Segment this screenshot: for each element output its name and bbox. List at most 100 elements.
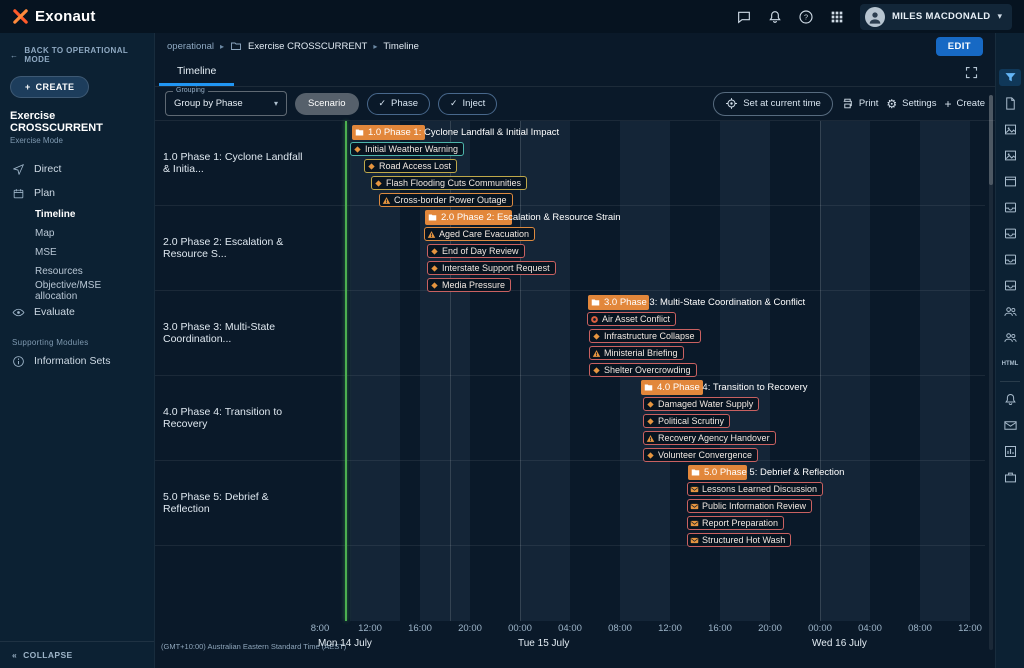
sidebar-item-plan[interactable]: Plan (0, 181, 154, 205)
grouping-select[interactable]: Grouping Group by Phase ▾ (165, 91, 287, 116)
set-at-current-time-button[interactable]: Set at current time (713, 92, 833, 116)
scrollbar-thumb[interactable] (989, 95, 993, 185)
notifications-bell-icon[interactable] (767, 9, 783, 25)
user-menu[interactable]: MILES MACDONALD ▾ (860, 4, 1012, 30)
inject-chip[interactable]: Volunteer Convergence (643, 448, 758, 462)
row-body: 4.0 Phase 4: Transition to Recovery Damag… (315, 376, 985, 460)
chart-icon[interactable] (999, 443, 1021, 460)
back-to-operational-mode-button[interactable]: ← BACK TO OPERATIONAL MODE (0, 33, 154, 67)
sidebar-item-resources[interactable]: Resources (0, 262, 154, 281)
archive-icon[interactable] (999, 277, 1021, 294)
sidebar-item-map[interactable]: Map (0, 224, 154, 243)
mail-icon[interactable] (999, 417, 1021, 434)
inject-chip[interactable]: Air Asset Conflict (587, 312, 676, 326)
sidebar-item-objective-mse-allocation[interactable]: Objective/MSE allocation (0, 281, 154, 300)
inject-chip[interactable]: Structured Hot Wash (687, 533, 791, 547)
inject-filter-chip[interactable]: ✓ Inject (438, 93, 497, 115)
diamond-icon (430, 247, 439, 256)
archive-icon[interactable] (999, 199, 1021, 216)
inject-label: Shelter Overcrowding (604, 365, 691, 375)
inject-chip[interactable]: Shelter Overcrowding (589, 363, 697, 377)
current-time-line[interactable] (345, 121, 347, 621)
sidebar-item-label: Objective/MSE allocation (35, 280, 142, 302)
print-button[interactable]: Print (841, 97, 879, 110)
inject-chip[interactable]: Lessons Learned Discussion (687, 482, 823, 496)
users-icon[interactable] (999, 329, 1021, 346)
settings-label: Settings (902, 98, 936, 109)
sidebar-item-direct[interactable]: Direct (0, 157, 154, 181)
axis-day-label: Wed 16 July (812, 638, 867, 649)
inject-chip[interactable]: Ministerial Briefing (589, 346, 684, 360)
chat-icon[interactable] (736, 9, 752, 25)
phase-bar[interactable]: 2.0 Phase 2: Escalation & Resource Strai… (425, 210, 621, 225)
bell-icon[interactable] (999, 391, 1021, 408)
breadcrumb-operational[interactable]: operational (167, 41, 214, 52)
axis-tick-label: 08:00 (908, 623, 932, 634)
warning-icon (592, 349, 601, 358)
html-icon[interactable]: HTML (999, 355, 1021, 372)
app-logo[interactable]: Exonaut (12, 8, 96, 25)
chevron-down-icon: ▾ (997, 11, 1002, 22)
sidebar-item-timeline[interactable]: Timeline (0, 205, 154, 224)
inject-chip[interactable]: Infrastructure Collapse (589, 329, 701, 343)
phase-bar[interactable]: 3.0 Phase 3: Multi-State Coordination & … (588, 295, 805, 310)
briefcase-icon[interactable] (999, 469, 1021, 486)
sidebar-item-label: Map (35, 228, 54, 239)
top-bar: Exonaut ? MILES MACDONALD ▾ (0, 0, 1024, 33)
sidebar-item-information-sets[interactable]: Information Sets (0, 349, 154, 373)
create-button[interactable]: + CREATE (10, 76, 89, 98)
phase-bar[interactable]: 5.0 Phase 5: Debrief & Reflection (688, 465, 844, 480)
sidebar-item-label: Direct (34, 163, 61, 175)
inject-chip[interactable]: Media Pressure (427, 278, 511, 292)
inject-chip[interactable]: Flash Flooding Cuts Communities (371, 176, 527, 190)
phase-filter-chip[interactable]: ✓ Phase (367, 93, 430, 115)
diamond-icon (646, 417, 655, 426)
document-icon[interactable] (999, 95, 1021, 112)
vertical-scrollbar[interactable] (989, 95, 993, 650)
breadcrumb-exercise[interactable]: Exercise CROSSCURRENT (248, 41, 367, 52)
inject-chip[interactable]: Damaged Water Supply (643, 397, 759, 411)
inject-label: Ministerial Briefing (604, 348, 678, 358)
day-axis: (GMT+10:00) Australian Eastern Standard … (155, 636, 995, 654)
sidebar-item-evaluate[interactable]: Evaluate (0, 300, 154, 324)
avatar (865, 7, 885, 27)
inject-label: Infrastructure Collapse (604, 331, 695, 341)
axis-tick-label: 04:00 (558, 623, 582, 634)
help-icon[interactable]: ? (798, 9, 814, 25)
inject-chip[interactable]: Political Scrutiny (643, 414, 730, 428)
edit-button[interactable]: EDIT (936, 37, 983, 56)
inject-chip[interactable]: Interstate Support Request (427, 261, 556, 275)
sidebar-item-label: MSE (35, 247, 57, 258)
archive-icon[interactable] (999, 251, 1021, 268)
scenario-button[interactable]: Scenario (295, 93, 359, 115)
collapse-sidebar-button[interactable]: « COLLAPSE (0, 641, 154, 668)
settings-button[interactable]: ⚙ Settings (886, 98, 936, 110)
inject-chip[interactable]: Public Information Review (687, 499, 812, 513)
apps-grid-icon[interactable] (829, 9, 845, 25)
inject-chip[interactable]: Cross-border Power Outage (379, 193, 513, 207)
inject-chip[interactable]: Recovery Agency Handover (643, 431, 776, 445)
collapse-label: COLLAPSE (23, 650, 72, 660)
image-icon[interactable] (999, 121, 1021, 138)
row-label: 4.0 Phase 4: Transition to Recovery (155, 376, 315, 460)
phase-bar[interactable]: 4.0 Phase 4: Transition to Recovery (641, 380, 808, 395)
diamond-icon (592, 366, 601, 375)
filter-icon[interactable] (999, 69, 1021, 86)
breadcrumb-separator-icon: ▸ (220, 42, 224, 51)
archive-icon[interactable] (999, 225, 1021, 242)
users-icon[interactable] (999, 303, 1021, 320)
inject-chip[interactable]: Road Access Lost (364, 159, 457, 173)
diamond-icon (353, 145, 362, 154)
media-icon[interactable] (999, 147, 1021, 164)
sidebar-item-mse[interactable]: MSE (0, 243, 154, 262)
create-inject-button[interactable]: + Create (944, 98, 985, 110)
inject-chip[interactable]: Initial Weather Warning (350, 142, 464, 156)
inject-chip[interactable]: Report Preparation (687, 516, 784, 530)
inject-chip[interactable]: End of Day Review (427, 244, 525, 258)
tab-timeline[interactable]: Timeline (159, 59, 234, 86)
inject-chip[interactable]: Aged Care Evacuation (424, 227, 535, 241)
phase-bar[interactable]: 1.0 Phase 1: Cyclone Landfall & Initial … (352, 125, 559, 140)
inject-label: Flash Flooding Cuts Communities (386, 178, 521, 188)
fullscreen-icon[interactable] (964, 65, 979, 80)
card-icon[interactable] (999, 173, 1021, 190)
